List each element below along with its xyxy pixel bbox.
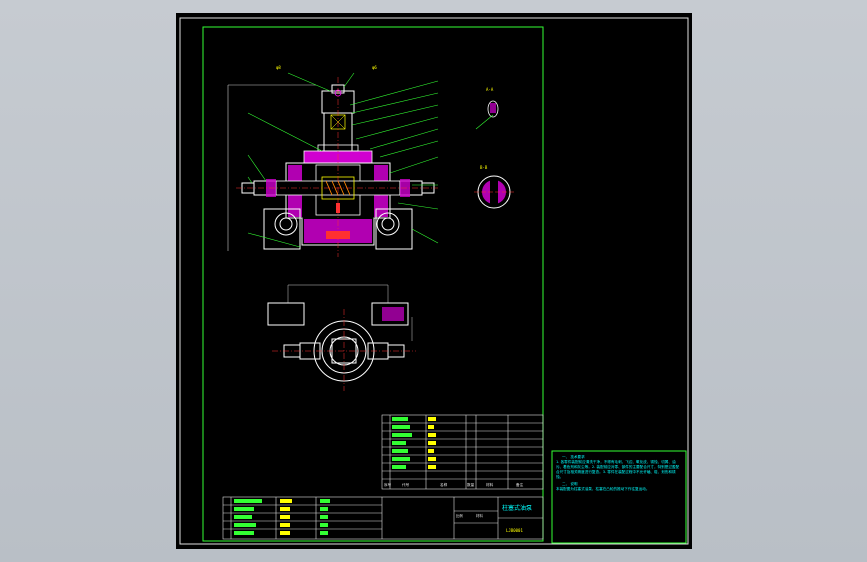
scale-label: 比例 (456, 513, 463, 518)
svg-text:φ6: φ6 (372, 65, 377, 70)
tech-notes-body: 1. 各零件装配前应清洗干净，不得有毛刺，飞边、氧化皮、锈蚀、切屑、油污、着色剂… (556, 460, 680, 479)
parts-list-header: 序号 代号 名称 数量 材料 备注 (384, 482, 524, 487)
svg-text:φ8: φ8 (276, 65, 281, 70)
col-material: 材料 (486, 482, 494, 487)
col-code: 代号 (402, 482, 410, 487)
drawing-number: LJB0001 (506, 528, 523, 533)
section-a-a-view: A-A (475, 87, 499, 130)
tech-notes-text-area: 一、 技术要求 1. 各零件装配前应清洗干净，不得有毛刺，飞边、氧化皮、锈蚀、切… (556, 455, 680, 491)
section-b-b-view: B-B (474, 165, 514, 209)
col-remark: 备注 (516, 482, 524, 487)
col-seq: 序号 (384, 482, 392, 487)
cad-viewport[interactable]: φ8 φ6 A-A B-B 一、 技术要求 1. 各零件装配前应清洗干净，不得有… (176, 13, 692, 549)
main-section-view: φ8 φ6 (227, 65, 438, 257)
tech-notes-body-2: 本装配图为柱塞式油泵，柱塞在凸轮的推动下作往复运动。 (556, 487, 650, 491)
col-qty: 数量 (467, 482, 475, 487)
title-block-fills (234, 499, 330, 535)
assembly-drawing: φ8 φ6 A-A B-B 一、 技术要求 1. 各零件装配前应清洗干净，不得有… (179, 17, 689, 545)
top-view (267, 284, 416, 391)
col-name: 名称 (440, 482, 448, 487)
title-block (222, 496, 544, 540)
drawing-title: 柱塞式油泵 (502, 504, 532, 512)
material-label: 材料 (476, 513, 483, 518)
section-a-label: A-A (486, 87, 494, 92)
section-b-label: B-B (480, 165, 488, 170)
parts-list-cells (392, 417, 436, 469)
